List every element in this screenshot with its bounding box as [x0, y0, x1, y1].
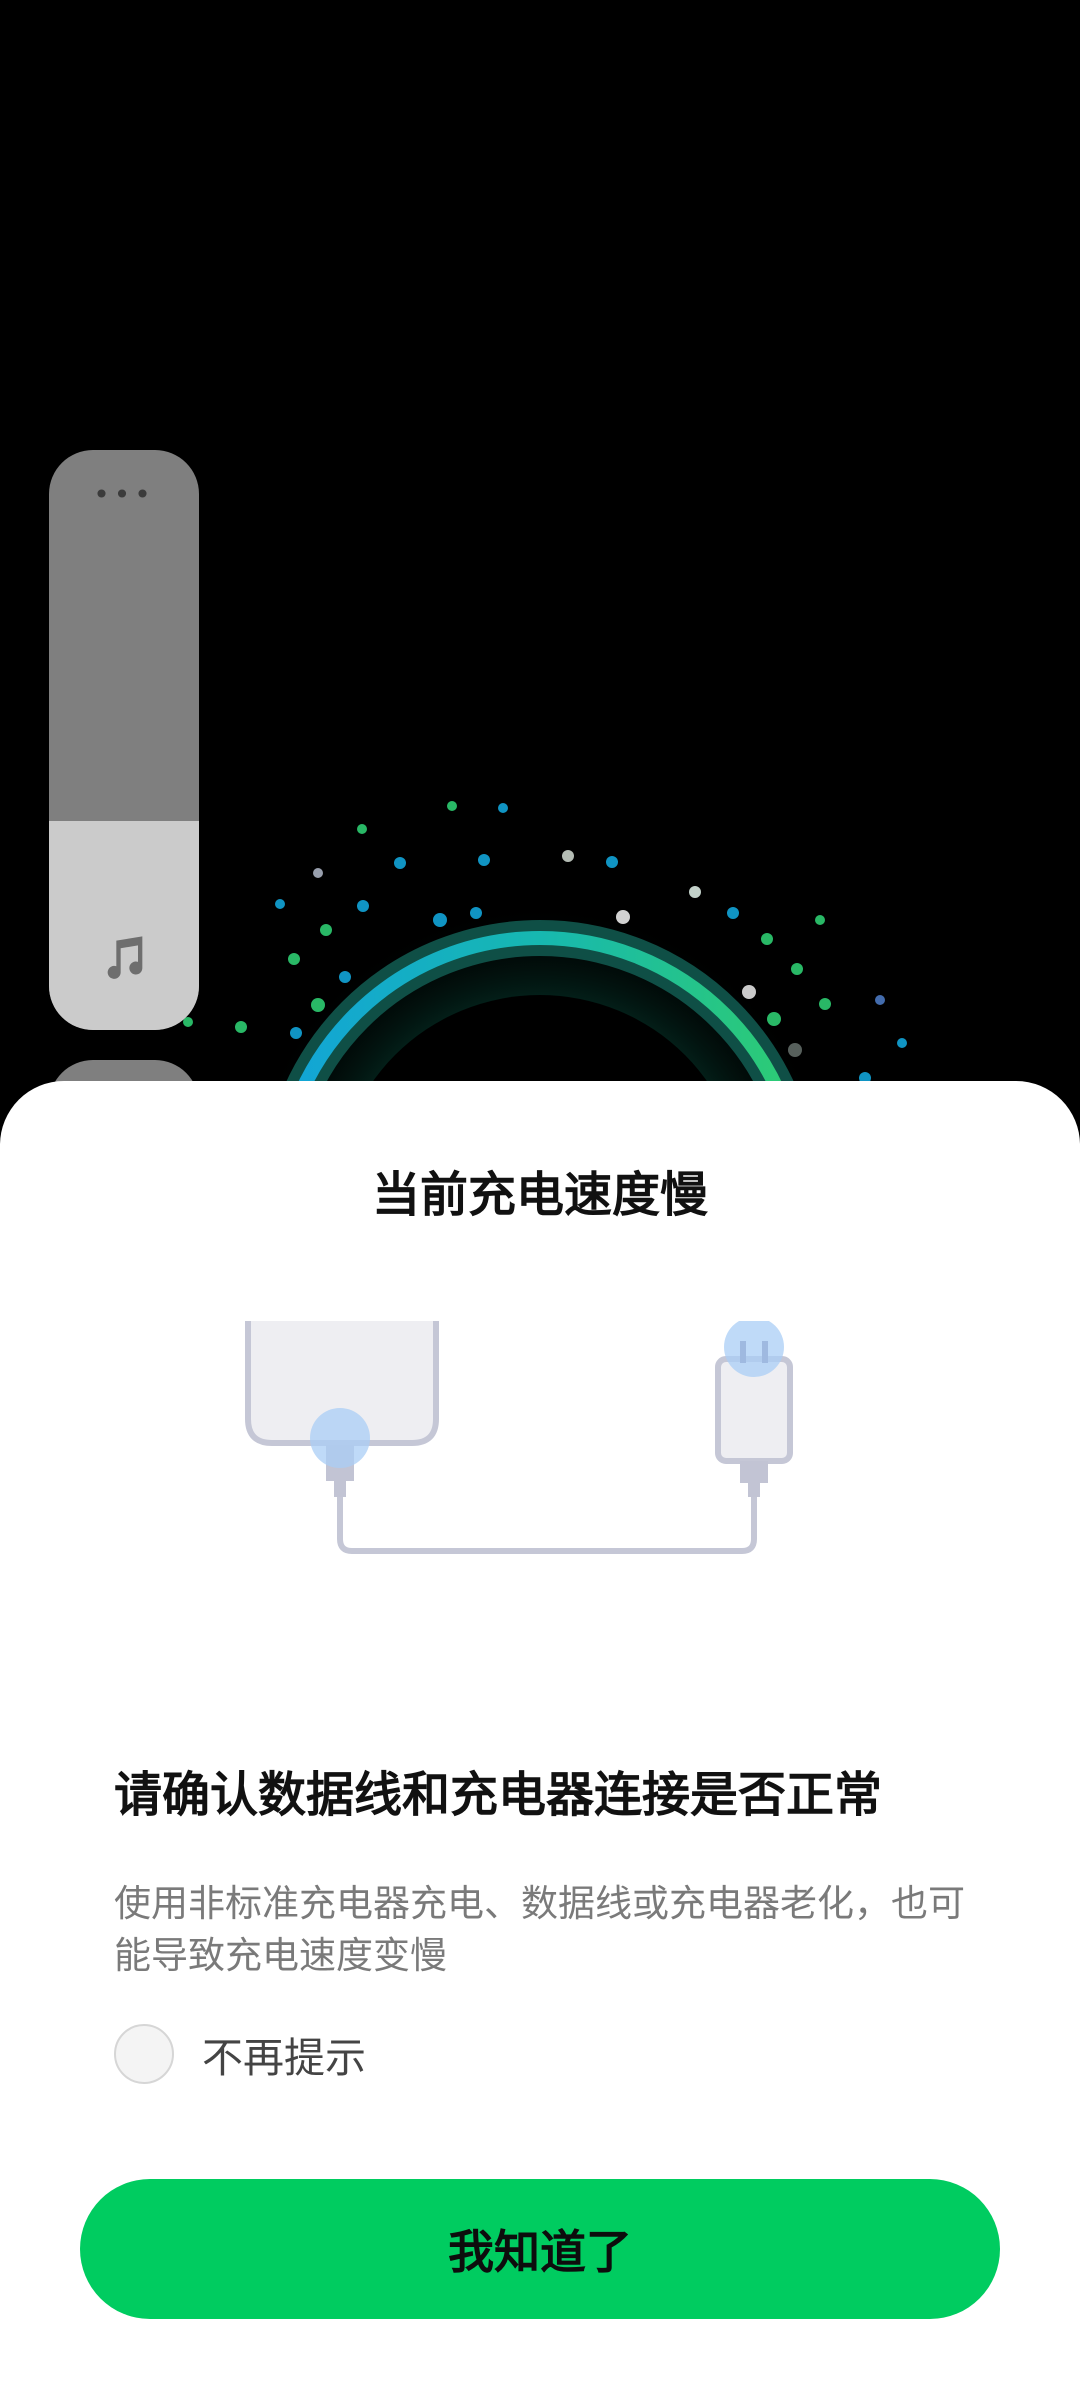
connection-check-heading: 请确认数据线和充电器连接是否正常: [114, 1767, 883, 1823]
particle-dot: [897, 1038, 907, 1048]
particle-dot: [616, 910, 630, 924]
particle-dot: [875, 995, 885, 1005]
connection-check-description: 使用非标准充电器充电、数据线或充电器老化，也可能导致充电速度变慢: [114, 1882, 965, 1977]
particle-dot: [275, 899, 285, 909]
more-dots-icon[interactable]: •••: [49, 480, 199, 510]
charger-connection-illustration: [245, 1321, 793, 1554]
confirm-button[interactable]: 我知道了: [80, 2179, 1000, 2319]
particle-dot: [761, 933, 773, 945]
music-note-icon: [107, 936, 143, 979]
particle-dot: [767, 1012, 781, 1026]
particle-dot: [788, 1043, 802, 1057]
particle-dot: [339, 971, 351, 983]
particle-dot: [357, 900, 369, 912]
particle-dot: [791, 963, 803, 975]
particle-dot: [288, 953, 300, 965]
particle-dot: [313, 868, 323, 878]
dont-show-again-option[interactable]: 不再提示: [114, 2019, 366, 2089]
volume-level-fill: [49, 821, 199, 1030]
dont-show-again-checkbox[interactable]: [114, 2024, 174, 2084]
screen: ••• 当前充电速度慢 请确认数据线和充电器连接是否正常 使用非标准充电器充电、…: [0, 0, 1080, 2400]
particle-dot: [320, 924, 332, 936]
volume-slider[interactable]: •••: [49, 450, 199, 1030]
particle-dot: [447, 801, 457, 811]
dialog-title: 当前充电速度慢: [371, 1167, 708, 1223]
particle-dot: [290, 1027, 302, 1039]
particle-dot: [433, 913, 447, 927]
particle-dot: [562, 850, 574, 862]
particle-dot: [357, 824, 367, 834]
particle-dot: [727, 907, 739, 919]
dont-show-again-label: 不再提示: [202, 2034, 366, 2082]
particle-dot: [819, 998, 831, 1010]
particle-dot: [470, 907, 482, 919]
particle-dot: [606, 856, 618, 868]
particle-dot: [742, 985, 756, 999]
particle-dot: [394, 857, 406, 869]
particle-dot: [815, 915, 825, 925]
particle-dot: [689, 886, 701, 898]
particle-dot: [498, 803, 508, 813]
particle-dot: [478, 854, 490, 866]
particle-dot: [311, 998, 325, 1012]
slow-charging-dialog: 当前充电速度慢 请确认数据线和充电器连接是否正常 使用非标准充电器充电、数据线或…: [0, 1081, 1080, 2400]
particle-dot: [235, 1021, 247, 1033]
